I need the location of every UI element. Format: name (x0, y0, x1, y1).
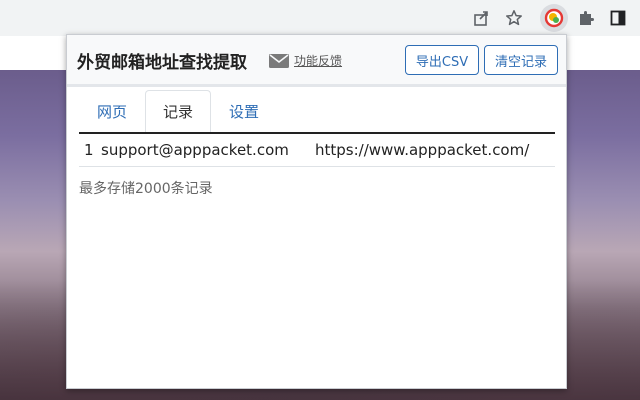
tab-bar: 网页 记录 设置 (79, 90, 555, 134)
popup-header: 外贸邮箱地址查找提取 功能反馈 导出CSV 清空记录 (67, 35, 566, 87)
clear-records-button[interactable]: 清空记录 (484, 45, 558, 75)
mail-icon (269, 54, 289, 68)
record-url[interactable]: https://www.apppacket.com/ (315, 141, 529, 159)
browser-toolbar (0, 0, 640, 36)
tab-settings[interactable]: 设置 (211, 90, 277, 132)
export-csv-button[interactable]: 导出CSV (405, 45, 479, 75)
puzzle-extensions-icon[interactable] (572, 4, 600, 32)
share-icon[interactable] (468, 4, 496, 32)
extension-popup: 外贸邮箱地址查找提取 功能反馈 导出CSV 清空记录 网页 记录 设置 1 su… (66, 34, 567, 389)
record-email[interactable]: support@apppacket.com (101, 141, 289, 159)
bookmark-star-icon[interactable] (500, 4, 528, 32)
tab-records[interactable]: 记录 (145, 90, 211, 132)
app-title: 外贸邮箱地址查找提取 (77, 53, 247, 73)
record-index: 1 (84, 141, 94, 159)
table-row: 1 support@apppacket.com https://www.appp… (79, 135, 555, 167)
tab-webpage[interactable]: 网页 (79, 90, 145, 132)
storage-limit-note: 最多存储2000条记录 (79, 181, 213, 197)
extension-active-icon[interactable] (540, 4, 568, 32)
sidebar-icon[interactable] (604, 4, 632, 32)
feedback-link[interactable]: 功能反馈 (294, 52, 342, 69)
